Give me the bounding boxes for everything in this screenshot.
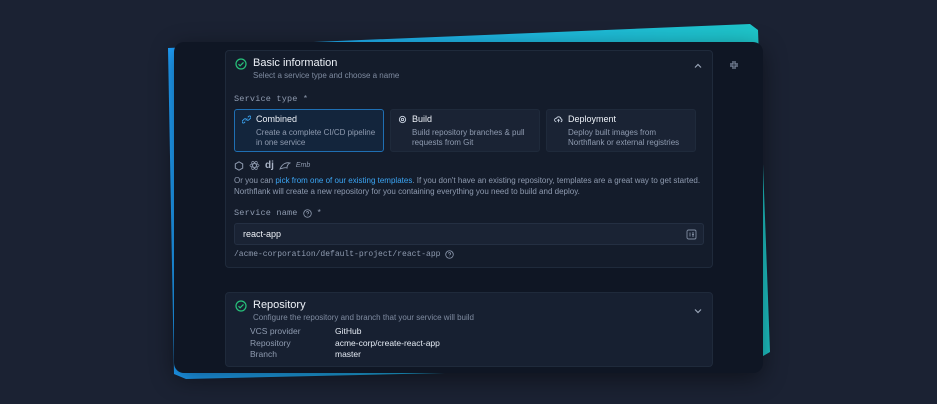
cloud-upload-icon [554, 115, 563, 122]
detail-value: GitHub [335, 326, 362, 336]
service-type-combined[interactable]: Combined Create a complete CI/CD pipelin… [234, 109, 384, 152]
service-name-value: react-app [243, 229, 282, 239]
type-label: Combined [256, 114, 298, 124]
service-name-input[interactable]: react-app [234, 223, 704, 245]
detail-row: Branch master [250, 349, 440, 361]
help-icon[interactable] [302, 208, 312, 218]
ember-icon[interactable]: Emb [296, 162, 310, 169]
service-name-label: Service name * [234, 208, 322, 218]
basic-information-section: Basic information Select a service type … [225, 50, 713, 268]
react-icon[interactable] [249, 160, 260, 171]
nestjs-icon[interactable] [279, 161, 291, 171]
gear-icon [398, 115, 407, 123]
framework-icons: dj Emb [234, 160, 310, 171]
collapse-icon [730, 61, 738, 69]
service-path-text: /acme-corporation/default-project/react-… [234, 250, 441, 259]
form-field-icon[interactable] [686, 229, 697, 240]
detail-key: Repository [250, 337, 291, 348]
service-type-label: Service type * [234, 94, 309, 104]
detail-key: VCS provider [250, 326, 301, 336]
link-icon [242, 115, 251, 123]
detail-value: acme-corp/create-react-app [335, 337, 440, 348]
section-header[interactable]: Repository Configure the repository and … [235, 299, 474, 322]
chevron-down-icon[interactable] [693, 306, 703, 316]
section-subtitle: Select a service type and choose a name [253, 71, 400, 80]
section-subtitle: Configure the repository and branch that… [253, 313, 475, 322]
detail-value: master [335, 349, 361, 359]
check-circle-icon [235, 300, 247, 312]
type-description: Deploy built images from Northflank or e… [568, 128, 680, 147]
templates-hint: Or you can pick from one of our existing… [234, 176, 702, 197]
service-path: /acme-corporation/default-project/react-… [234, 250, 455, 259]
collapse-button[interactable] [726, 57, 742, 73]
service-type-build[interactable]: Build Build repository branches & pull r… [390, 109, 540, 152]
detail-row: VCS provider GitHub [250, 326, 440, 338]
templates-prefix: Or you can [234, 176, 276, 185]
type-description: Build repository branches & pull request… [412, 128, 525, 147]
repository-details: VCS provider GitHub Repository acme-corp/c… [250, 326, 440, 361]
chevron-up-icon[interactable] [693, 61, 703, 71]
section-title: Basic information [253, 57, 338, 69]
type-label: Deployment [568, 114, 617, 124]
detail-row: Repository acme-corp/create-react-app [250, 338, 440, 350]
type-description: Create a complete CI/CD pipeline in one … [256, 128, 376, 147]
django-icon[interactable]: dj [265, 160, 274, 171]
detail-key: Branch [250, 349, 277, 359]
nodejs-icon[interactable] [234, 160, 244, 171]
service-name-label-text: Service name [234, 208, 298, 218]
service-type-deployment[interactable]: Deployment Deploy built images from Nort… [546, 109, 696, 152]
section-title: Repository [253, 299, 306, 311]
help-icon[interactable] [445, 250, 455, 259]
section-header[interactable]: Basic information Select a service type … [235, 57, 399, 80]
required-mark: * [316, 208, 322, 218]
templates-link[interactable]: pick from one of our existing templates [275, 176, 412, 185]
check-circle-icon [235, 58, 247, 70]
type-label: Build [412, 114, 433, 124]
repository-section: Repository Configure the repository and … [225, 292, 713, 367]
